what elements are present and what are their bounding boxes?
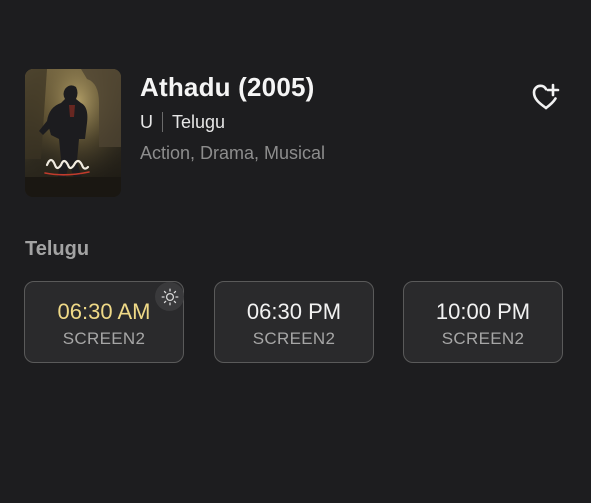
movie-header: Athadu (2005) U Telugu Action, Drama, Mu…	[25, 69, 570, 197]
showtimes-language-heading: Telugu	[25, 238, 90, 260]
movie-info: Athadu (2005) U Telugu Action, Drama, Mu…	[140, 71, 500, 164]
showtime-slot[interactable]: 10:00 PM SCREEN2	[403, 281, 563, 363]
heart-plus-icon	[532, 83, 560, 110]
showtime-slot[interactable]: 06:30 PM SCREEN2	[214, 281, 374, 363]
showtime-time: 10:00 PM	[435, 299, 531, 324]
movie-poster[interactable]	[25, 69, 121, 197]
movie-poster-image	[25, 69, 121, 197]
meta-divider	[162, 112, 163, 132]
add-to-favorites-button[interactable]	[527, 77, 565, 115]
movie-meta: U Telugu	[140, 111, 500, 133]
showtime-screen: SCREEN2	[252, 329, 336, 348]
showtimes-list: 06:30 AM SCREEN2 06:30 PM SCREEN2 10:00 …	[24, 281, 567, 367]
showtime-time: 06:30 PM	[246, 299, 342, 324]
movie-genres: Action, Drama, Musical	[140, 143, 326, 163]
showtime-screen: SCREEN2	[441, 329, 525, 348]
showtime-slot[interactable]: 06:30 AM SCREEN2	[24, 281, 184, 363]
language-label: Telugu	[172, 112, 226, 132]
certificate-label: U	[140, 112, 153, 132]
morning-show-badge	[155, 282, 184, 311]
showtime-screen: SCREEN2	[62, 329, 146, 348]
movie-title: Athadu (2005)	[140, 72, 315, 102]
sun-icon	[161, 288, 178, 305]
